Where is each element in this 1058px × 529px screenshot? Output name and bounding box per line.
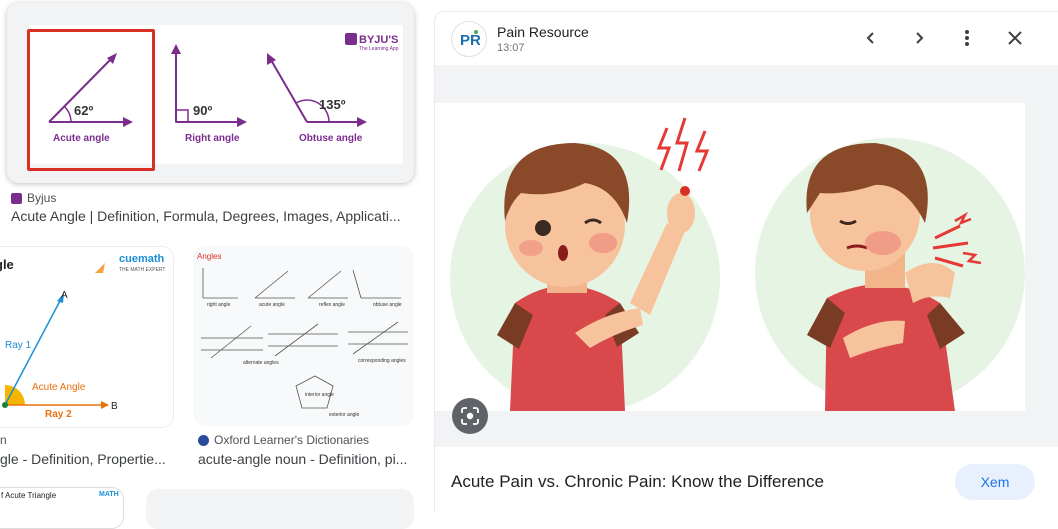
result-source-label: Oxford Learner's Dictionaries xyxy=(214,433,370,447)
result-title-byjus[interactable]: Acute Angle | Definition, Formula, Degre… xyxy=(11,208,411,224)
svg-text:alternate angles: alternate angles xyxy=(243,360,279,366)
svg-text:PR: PR xyxy=(460,32,480,49)
preview-caption[interactable]: Acute Pain vs. Chronic Pain: Know the Di… xyxy=(451,472,824,492)
preview-image-frame xyxy=(435,65,1058,447)
pain-bolts-1 xyxy=(656,117,710,172)
close-icon xyxy=(1008,31,1022,45)
byjus-brand: BYJU'S xyxy=(359,34,398,46)
partial-brand: MATH xyxy=(99,491,119,498)
boy1-shirt xyxy=(510,285,625,411)
result-source-label: n xyxy=(0,433,7,447)
visit-button-label: Xem xyxy=(980,474,1010,490)
preview-panel: PR Pain Resource 13:07 Acute Pain vs. Ch… xyxy=(434,11,1058,511)
obtuse-label: Obtuse angle xyxy=(299,133,363,144)
chevron-left-icon xyxy=(866,32,874,44)
ray2-label: Ray 2 xyxy=(45,409,72,420)
acute-angle-label: Acute Angle xyxy=(32,382,86,393)
svg-text:reflex angle: reflex angle xyxy=(319,302,345,308)
result-source-oxford[interactable]: Oxford Learner's Dictionaries xyxy=(198,433,369,447)
partial-title: f Acute Triangle xyxy=(1,491,57,500)
result-card-byjus[interactable]: BYJU'S The Learning App 62º Acute angle … xyxy=(7,3,414,183)
preview-time: 13:07 xyxy=(497,42,525,54)
svg-text:right angle: right angle xyxy=(207,302,231,308)
next-button[interactable] xyxy=(905,24,933,52)
boy2-shirt xyxy=(825,284,955,411)
right-arm-arrow xyxy=(171,44,181,54)
svg-text:obtuse angle: obtuse angle xyxy=(373,302,402,308)
oxford-favicon-icon xyxy=(198,434,209,446)
chevron-right-icon xyxy=(916,32,924,44)
acute-angle-fill xyxy=(5,385,25,405)
cuemath-brand-sub: THE MATH EXPERT xyxy=(119,267,166,273)
site-name[interactable]: Pain Resource xyxy=(497,24,589,40)
byjus-favicon-icon xyxy=(11,192,22,204)
ray2-arrow xyxy=(101,401,109,409)
point-a-label: A xyxy=(61,290,68,301)
angles-worksheet: Angles right angle acute angle reflex an… xyxy=(197,252,408,418)
result-card-next[interactable] xyxy=(146,489,414,529)
result-card-cuemath[interactable]: gle cuemath THE MATH EXPERT A B Ray 1 Ra… xyxy=(0,246,174,428)
byjus-brand-sub: The Learning App xyxy=(359,46,399,52)
point-b-label: B xyxy=(111,401,118,412)
result-source-label: Byjus xyxy=(27,191,57,205)
result-source-cuemath[interactable]: n xyxy=(0,433,7,447)
right-label: Right angle xyxy=(185,133,240,144)
result-card-oxford[interactable]: Angles right angle acute angle reflex an… xyxy=(193,246,414,426)
cuemath-rocket-icon xyxy=(95,263,105,273)
cuemath-heading: gle xyxy=(0,257,14,272)
result-title-cuemath[interactable]: gle - Definition, Propertie... xyxy=(0,451,170,467)
byjus-logo-icon xyxy=(345,33,357,45)
lens-icon xyxy=(461,407,479,425)
svg-text:corresponding angles: corresponding angles xyxy=(358,358,406,364)
svg-text:acute angle: acute angle xyxy=(259,302,285,308)
right-base-arrow xyxy=(237,117,247,127)
result-source-byjus[interactable]: Byjus xyxy=(11,191,56,205)
more-options-button[interactable] xyxy=(953,24,981,52)
result-title-oxford[interactable]: acute-angle noun - Definition, pi... xyxy=(198,451,412,467)
site-logo[interactable]: PR xyxy=(451,21,487,57)
svg-text:exterior angle: exterior angle xyxy=(329,412,360,418)
obtuse-base-arrow xyxy=(357,117,367,127)
obtuse-value: 135º xyxy=(319,97,346,112)
close-button[interactable] xyxy=(1001,24,1029,52)
right-angle-mark xyxy=(175,109,189,123)
pain-resource-logo-icon: PR xyxy=(460,30,480,49)
cuemath-brand: cuemath xyxy=(119,253,165,265)
result-card-acute-triangle[interactable]: f Acute Triangle MATH xyxy=(0,487,124,529)
preview-image[interactable] xyxy=(435,103,1025,411)
pain-illustration xyxy=(450,117,1025,411)
previous-button[interactable] xyxy=(857,24,885,52)
angles-heading: Angles xyxy=(197,252,221,261)
selection-highlight xyxy=(27,29,155,171)
obtuse-arm-ray xyxy=(270,59,308,123)
acute-angle-diagram: gle cuemath THE MATH EXPERT A B Ray 1 Ra… xyxy=(0,253,166,420)
visual-search-button[interactable] xyxy=(452,398,488,434)
obtuse-arm-arrow xyxy=(267,53,276,65)
right-value: 90º xyxy=(193,103,212,118)
visit-button[interactable]: Xem xyxy=(955,464,1035,500)
ray1-label: Ray 1 xyxy=(5,340,32,351)
vertex-point xyxy=(2,402,8,408)
svg-text:interior angle: interior angle xyxy=(305,392,334,398)
more-vert-icon xyxy=(965,30,969,46)
